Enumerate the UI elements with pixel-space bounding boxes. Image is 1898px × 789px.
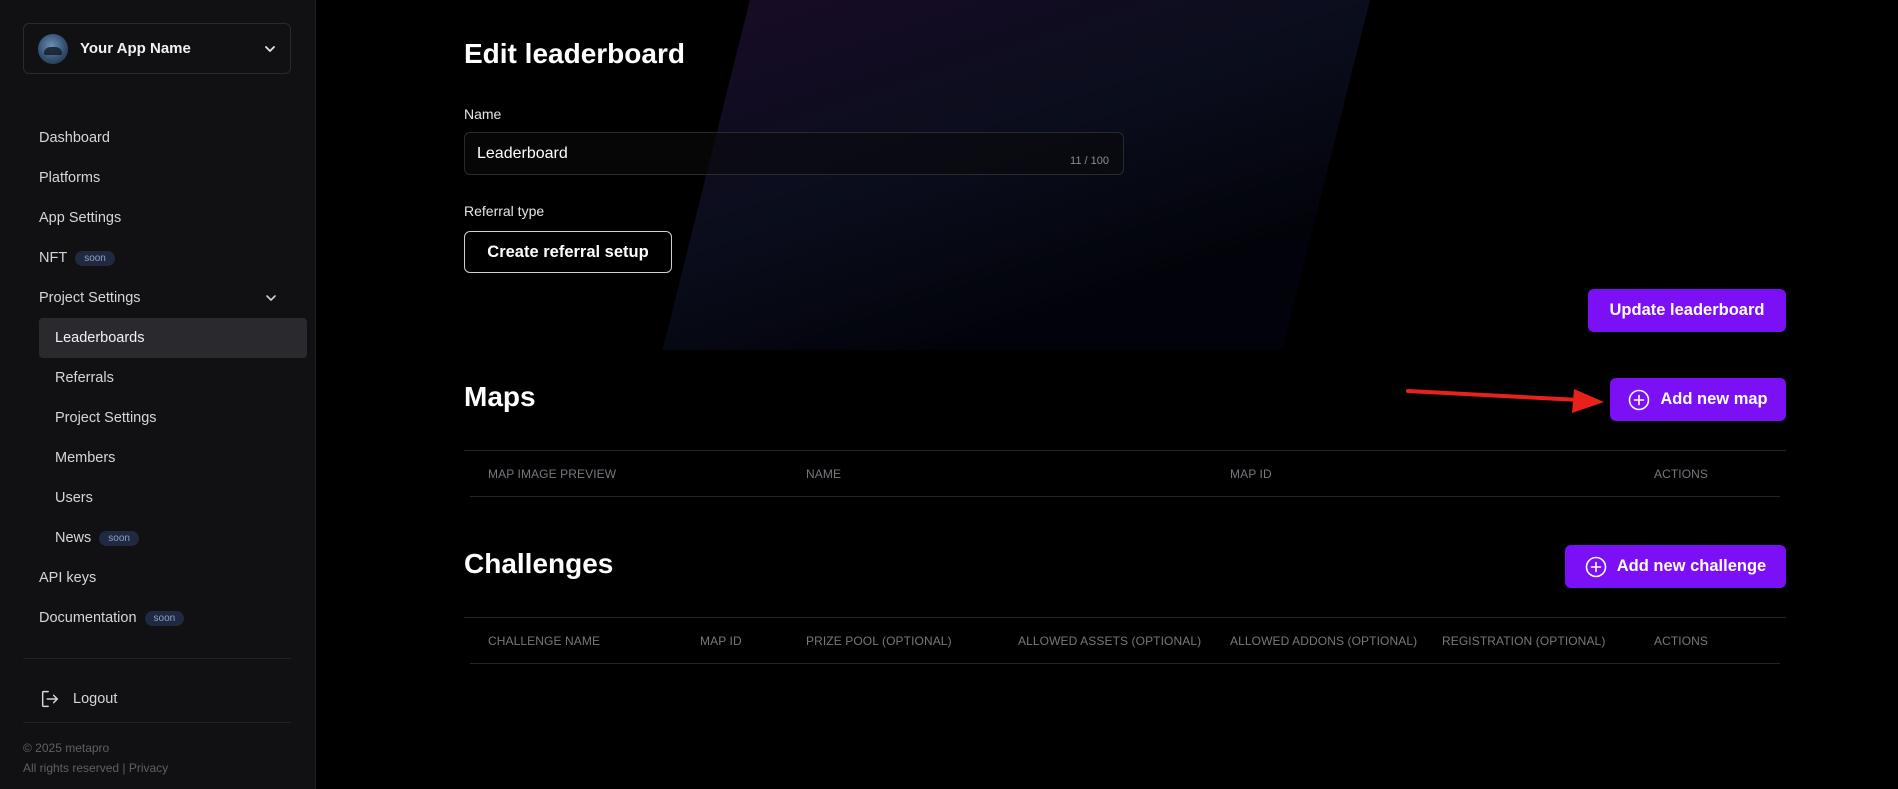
column-header: MAP ID — [1230, 467, 1272, 481]
soon-badge: soon — [99, 530, 139, 546]
add-new-map-button[interactable]: Add new map — [1610, 378, 1786, 421]
sidebar-item-label: NFT — [39, 250, 68, 266]
sidebar-item-label: Project Settings — [55, 410, 157, 426]
name-label: Name — [464, 106, 502, 122]
sidebar: Your App Name Dashboard Platforms App Se… — [0, 0, 316, 789]
add-new-map-label: Add new map — [1660, 390, 1768, 408]
logout-icon — [41, 690, 59, 708]
sidebar-item-label: Users — [55, 490, 93, 506]
sidebar-item-label: App Settings — [39, 210, 122, 226]
column-header: CHALLENGE NAME — [488, 634, 601, 648]
sidebar-item-label: Dashboard — [39, 130, 110, 146]
sidebar-item-referrals[interactable]: Referrals — [39, 358, 307, 398]
sidebar-footer: © 2025 metapro All rights reserved | Pri… — [23, 738, 168, 778]
name-input[interactable] — [465, 133, 1123, 174]
page-title: Edit leaderboard — [464, 38, 685, 69]
background-gradient — [662, 0, 1378, 350]
sidebar-item-news[interactable]: News soon — [39, 518, 307, 558]
column-header: MAP ID — [700, 634, 742, 648]
sidebar-item-users[interactable]: Users — [39, 478, 307, 518]
column-header: NAME — [806, 467, 842, 481]
plus-circle-icon — [1585, 556, 1607, 577]
plus-circle-icon — [1629, 389, 1650, 410]
challenges-table: CHALLENGE NAME MAP ID PRIZE POOL (OPTION… — [464, 617, 1786, 664]
challenges-section-title: Challenges — [464, 548, 614, 579]
column-header: ALLOWED ASSETS (OPTIONAL) — [1018, 634, 1202, 648]
sidebar-item-project-settings-sub[interactable]: Project Settings — [39, 398, 307, 438]
sidebar-item-label: API keys — [39, 570, 97, 586]
sidebar-item-documentation[interactable]: Documentation soon — [39, 598, 307, 638]
chevron-down-icon — [265, 45, 275, 52]
sidebar-divider — [23, 658, 291, 659]
column-header: ALLOWED ADDONS (OPTIONAL) — [1230, 634, 1418, 648]
sidebar-item-api-keys[interactable]: API keys — [39, 558, 307, 598]
rights-text: All rights reserved | — [23, 761, 126, 775]
logout-button[interactable]: Logout — [39, 686, 117, 712]
sidebar-item-members[interactable]: Members — [39, 438, 307, 478]
column-header: PRIZE POOL (OPTIONAL) — [806, 634, 952, 648]
sidebar-item-project-settings[interactable]: Project Settings — [39, 278, 307, 318]
sidebar-item-label: Members — [55, 450, 116, 466]
sidebar-item-label: Leaderboards — [55, 330, 145, 346]
sidebar-item-nft[interactable]: NFT soon — [39, 238, 307, 278]
column-header: ACTIONS — [1654, 634, 1709, 648]
privacy-link[interactable]: Privacy — [129, 761, 168, 775]
app-name: Your App Name — [80, 40, 191, 57]
name-field: 11 / 100 — [464, 132, 1124, 175]
sidebar-item-label: Referrals — [55, 370, 114, 386]
update-leaderboard-label: Update leaderboard — [1609, 301, 1765, 319]
app-switcher[interactable]: Your App Name — [23, 23, 291, 74]
soon-badge: soon — [75, 250, 115, 266]
maps-table-header: MAP IMAGE PREVIEW NAME MAP ID ACTIONS — [470, 451, 1780, 497]
referral-type-label: Referral type — [464, 203, 545, 219]
sidebar-item-label: Project Settings — [39, 290, 141, 306]
sidebar-item-leaderboards[interactable]: Leaderboards — [39, 318, 307, 358]
add-new-challenge-button[interactable]: Add new challenge — [1565, 545, 1786, 588]
sidebar-item-label: Documentation — [39, 610, 137, 626]
sidebar-nav: Dashboard Platforms App Settings NFT soon… — [39, 118, 307, 638]
sidebar-item-platforms[interactable]: Platforms — [39, 158, 307, 198]
chevron-down-icon — [266, 295, 276, 301]
create-referral-setup-button[interactable]: Create referral setup — [464, 231, 672, 273]
add-new-challenge-label: Add new challenge — [1616, 557, 1767, 575]
update-leaderboard-button[interactable]: Update leaderboard — [1588, 289, 1786, 332]
column-header: REGISTRATION (OPTIONAL) — [1442, 634, 1606, 648]
sidebar-item-app-settings[interactable]: App Settings — [39, 198, 307, 238]
column-header: ACTIONS — [1654, 467, 1709, 481]
soon-badge: soon — [144, 610, 185, 626]
maps-table: MAP IMAGE PREVIEW NAME MAP ID ACTIONS — [464, 450, 1786, 497]
copyright-text: © 2025 metapro — [23, 741, 110, 755]
sidebar-divider — [23, 722, 291, 723]
maps-section-title: Maps — [464, 381, 536, 412]
logout-label: Logout — [73, 691, 118, 707]
column-header: MAP IMAGE PREVIEW — [488, 467, 617, 481]
app-avatar — [38, 33, 68, 64]
char-count: 11 / 100 — [1070, 155, 1109, 167]
red-arrow-annotation — [1406, 389, 1604, 413]
challenges-table-header: CHALLENGE NAME MAP ID PRIZE POOL (OPTION… — [470, 618, 1780, 664]
sidebar-item-dashboard[interactable]: Dashboard — [39, 118, 307, 158]
sidebar-item-label: News — [55, 530, 92, 546]
sidebar-item-label: Platforms — [39, 170, 101, 186]
